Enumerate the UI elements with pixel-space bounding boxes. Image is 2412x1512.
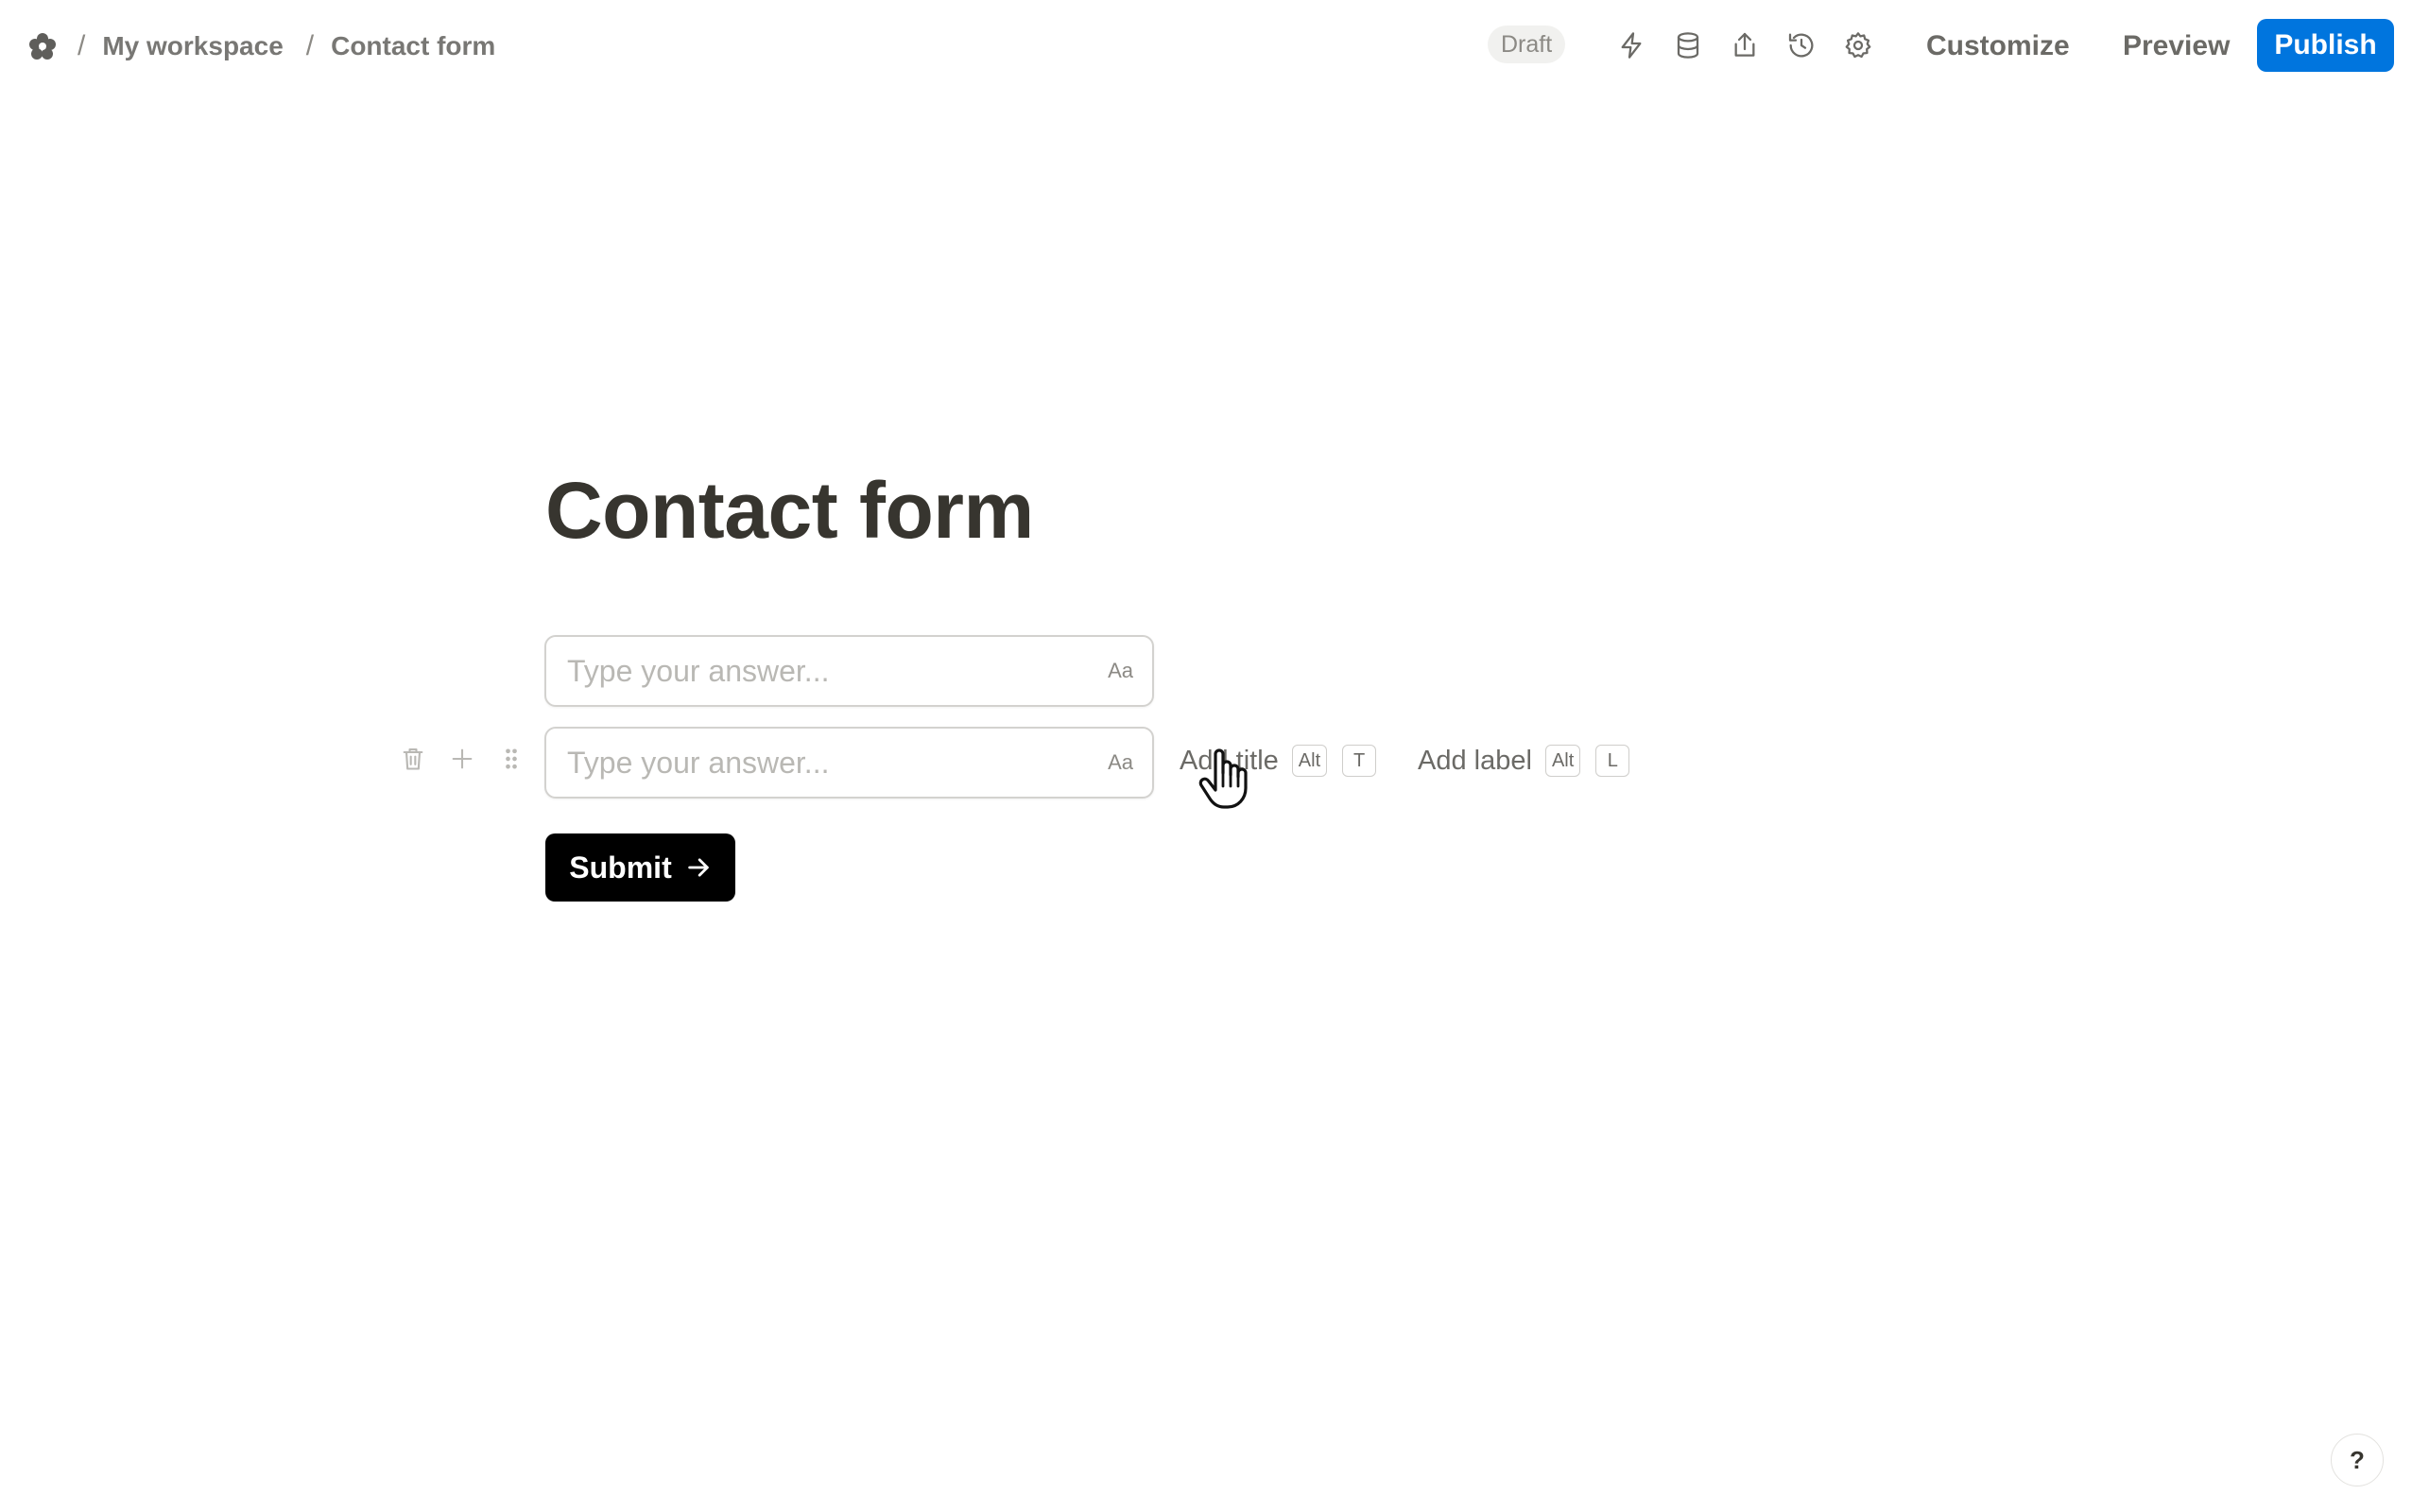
top-bar: / My workspace / Contact form Draft Cust… bbox=[0, 0, 2412, 93]
shortcut-key: T bbox=[1342, 745, 1377, 777]
trash-icon[interactable] bbox=[393, 739, 433, 779]
text-type-icon: Aa bbox=[1108, 659, 1133, 682]
add-label-label: Add label bbox=[1418, 745, 1532, 776]
help-button[interactable]: ? bbox=[2331, 1434, 2384, 1486]
text-type-icon: Aa bbox=[1108, 750, 1133, 774]
hand-cursor-icon bbox=[1198, 748, 1248, 809]
answer-input[interactable]: Type your answer... Aa bbox=[544, 727, 1154, 799]
share-icon[interactable] bbox=[1726, 26, 1764, 64]
shortcut-key: Alt bbox=[1544, 745, 1581, 777]
breadcrumb-workspace[interactable]: My workspace bbox=[102, 31, 283, 61]
customize-button[interactable]: Customize bbox=[1926, 21, 2070, 72]
breadcrumb-separator: / bbox=[78, 30, 86, 61]
arrow-right-icon bbox=[685, 854, 712, 881]
gear-icon[interactable] bbox=[1839, 26, 1877, 64]
add-label-button[interactable]: Add label Alt L bbox=[1418, 741, 1630, 781]
shortcut-key: L bbox=[1595, 745, 1630, 777]
submit-label: Submit bbox=[569, 850, 672, 885]
field-toolbar bbox=[393, 739, 541, 779]
breadcrumb-separator: / bbox=[305, 30, 315, 61]
lightning-icon[interactable] bbox=[1612, 26, 1650, 64]
history-icon[interactable] bbox=[1783, 26, 1820, 64]
publish-button[interactable]: Publish bbox=[2257, 19, 2394, 72]
plus-icon[interactable] bbox=[442, 739, 482, 779]
answer-placeholder: Type your answer... bbox=[567, 653, 830, 688]
form-title[interactable]: Contact form bbox=[545, 463, 1034, 558]
drag-handle-icon[interactable] bbox=[491, 739, 531, 779]
breadcrumb-page[interactable]: Contact form bbox=[331, 31, 495, 61]
submit-button[interactable]: Submit bbox=[545, 833, 735, 902]
shortcut-key: Alt bbox=[1291, 745, 1328, 777]
answer-input[interactable]: Type your answer... Aa bbox=[544, 635, 1154, 707]
preview-button[interactable]: Preview bbox=[2123, 21, 2230, 72]
workspace-logo-icon[interactable] bbox=[26, 30, 59, 62]
answer-placeholder: Type your answer... bbox=[567, 745, 830, 780]
database-icon[interactable] bbox=[1669, 26, 1707, 64]
status-badge: Draft bbox=[1488, 26, 1566, 63]
breadcrumb: / My workspace / Contact form bbox=[26, 25, 518, 68]
